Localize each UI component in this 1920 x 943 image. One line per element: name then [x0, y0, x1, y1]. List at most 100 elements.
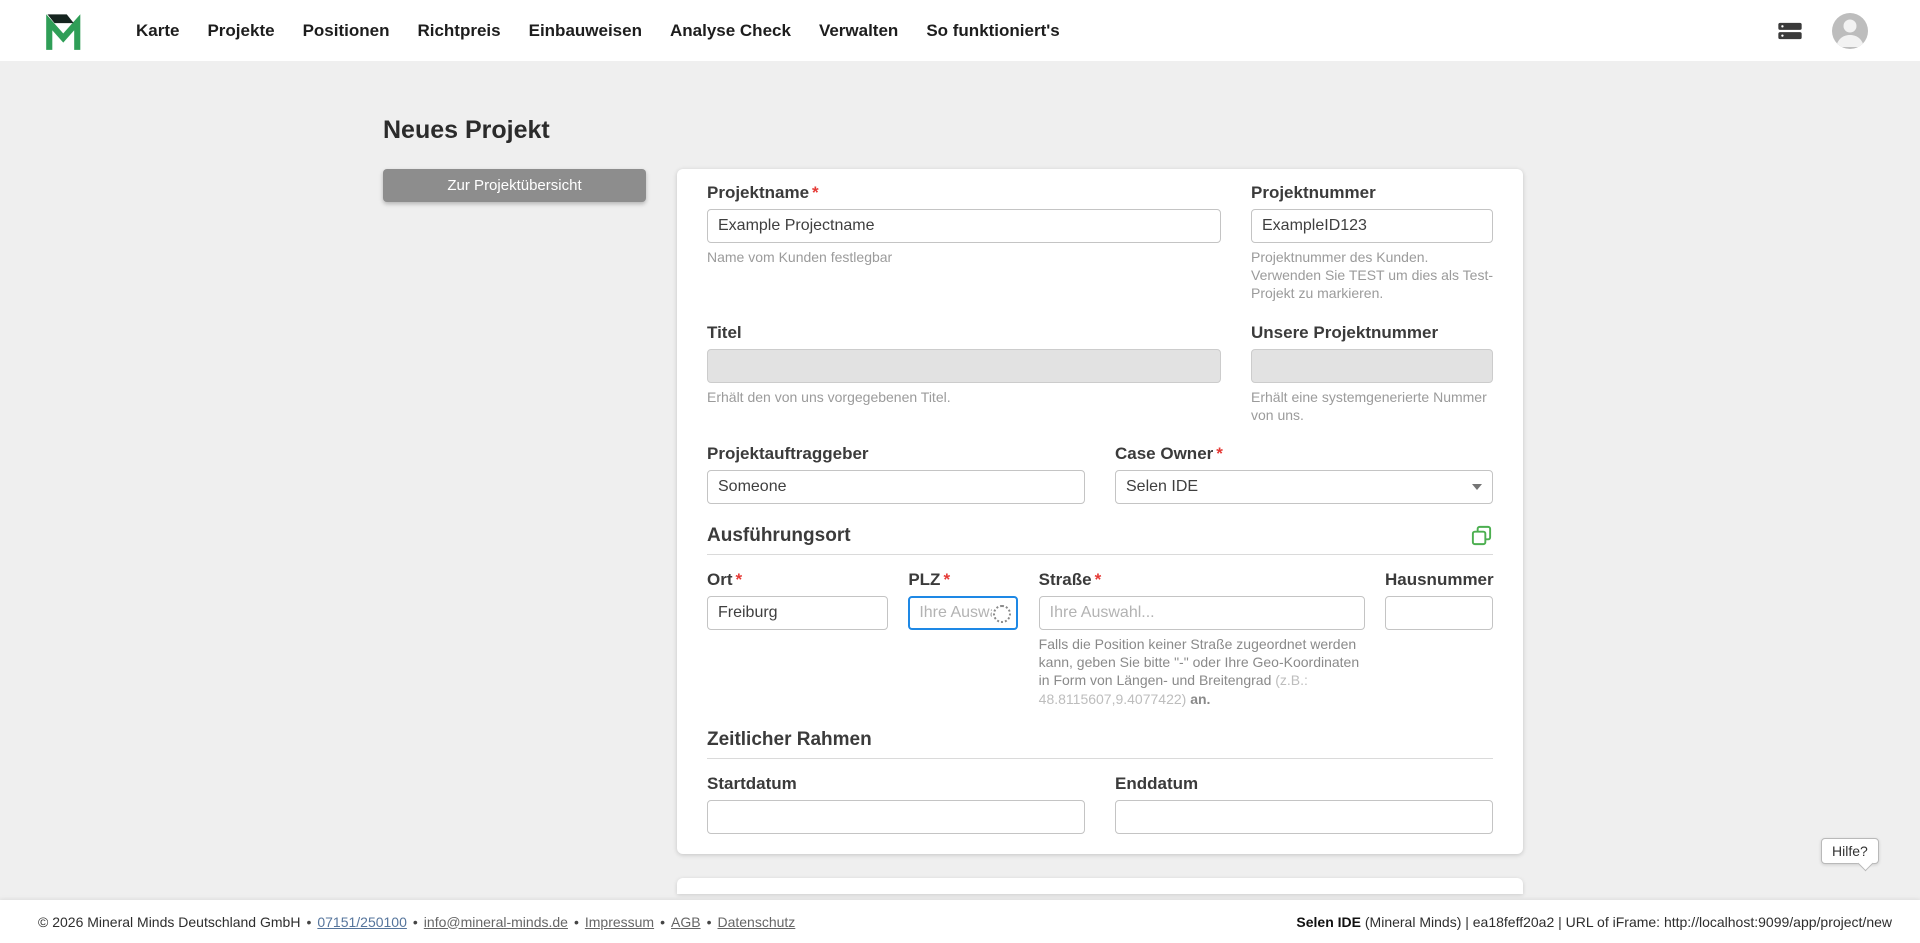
projektauftraggeber-input[interactable] [707, 469, 1085, 504]
enddatum-label-text: Enddatum [1115, 773, 1199, 793]
footer-agb-link[interactable]: AGB [671, 914, 701, 930]
nav-item-positionen[interactable]: Positionen [303, 21, 390, 41]
field-plz: PLZ * [908, 570, 1019, 630]
enddatum-label: Enddatum [1115, 774, 1493, 794]
plz-label: PLZ * [908, 570, 1018, 590]
form-row-location: Ort* PLZ* Straße* Falls die Position kei… [707, 570, 1494, 708]
startdatum-input[interactable] [707, 799, 1085, 834]
strasse-helper-main: Falls die Position keiner Straße zugeord… [1038, 635, 1360, 689]
case-owner-label: Case Owner * [1115, 444, 1493, 464]
field-projektnummer: Projektnummer Projektnummer des Kunden. … [1251, 183, 1493, 303]
required-asterisk: * [812, 183, 819, 202]
required-asterisk: * [943, 569, 951, 589]
projektnummer-label-text: Projektnummer [1251, 183, 1376, 202]
mineral-minds-logo-icon[interactable] [44, 10, 86, 52]
footer-session-info: Selen IDE (Mineral Minds) | ea18feff20a2… [1296, 914, 1892, 930]
footer-separator: • [573, 913, 579, 930]
section-ausfuehrungsort-title: Ausführungsort [707, 524, 851, 546]
enddatum-input[interactable] [1115, 799, 1493, 834]
unsere-projektnummer-label-text: Unsere Projektnummer [1251, 322, 1439, 342]
projektnummer-input[interactable] [1251, 209, 1493, 243]
footer-separator: • [660, 913, 665, 930]
projektname-input[interactable] [707, 209, 1221, 243]
required-asterisk: * [735, 569, 743, 589]
ort-label-text: Ort [707, 569, 733, 589]
projektnummer-label: Projektnummer [1251, 183, 1493, 203]
case-owner-selected-value: Selen IDE [1126, 477, 1199, 495]
help-button[interactable]: Hilfe? [1821, 838, 1879, 864]
form-row-name-number: Projektname* Name vom Kunden festlegbar … [707, 183, 1493, 303]
projektname-helper: Name vom Kunden festlegbar [707, 249, 893, 265]
field-titel: Titel Erhält den von uns vorgegebenen Ti… [707, 323, 1221, 406]
footer-impressum-link[interactable]: Impressum [585, 914, 654, 930]
back-to-project-overview-button[interactable]: Zur Projektübersicht [383, 169, 646, 202]
ort-input[interactable] [707, 595, 888, 630]
field-projektname: Projektname* Name vom Kunden festlegbar [707, 183, 1221, 266]
ort-label: Ort * [707, 570, 888, 590]
user-avatar[interactable] [1832, 12, 1868, 49]
field-case-owner: Case Owner * Selen IDE [1115, 444, 1493, 504]
nav-item-analyse-check[interactable]: Analyse Check [670, 21, 791, 41]
footer-session-user: Selen IDE [1296, 913, 1361, 930]
projektname-label: Projektname * [707, 183, 1221, 203]
field-enddatum: Enddatum [1115, 774, 1493, 834]
page-footer: © 2026 Mineral Minds Deutschland GmbH • … [0, 900, 1920, 943]
required-asterisk: * [1094, 569, 1102, 589]
footer-phone-link[interactable]: 07151/250100 [317, 914, 407, 930]
unsere-projektnummer-input [1251, 348, 1493, 383]
nav-item-verwalten[interactable]: Verwalten [819, 21, 898, 41]
case-owner-select[interactable]: Selen IDE [1115, 469, 1493, 504]
case-owner-label-text: Case Owner [1115, 443, 1214, 463]
field-hausnummer: Hausnummer [1384, 570, 1494, 630]
required-asterisk: * [1216, 443, 1223, 463]
strasse-helper-suffix: an. [1186, 690, 1211, 707]
projektname-label-text: Projektname [707, 183, 810, 202]
navbar-right [1774, 12, 1920, 49]
form-row-titel-unsere-nummer: Titel Erhält den von uns vorgegebenen Ti… [707, 323, 1493, 424]
footer-separator: • [412, 913, 418, 930]
titel-label: Titel [707, 323, 1221, 343]
strasse-input[interactable] [1038, 595, 1365, 630]
server-icon[interactable] [1774, 17, 1806, 45]
titel-helper: Erhält den von uns vorgegebenen Titel. [707, 388, 951, 405]
field-unsere-projektnummer: Unsere Projektnummer Erhält eine systemg… [1251, 323, 1493, 424]
footer-left: © 2026 Mineral Minds Deutschland GmbH • … [38, 914, 795, 930]
projektnummer-helper: Projektnummer des Kunden. Verwenden Sie … [1251, 249, 1494, 302]
strasse-label: Straße * [1039, 570, 1365, 590]
field-projektauftraggeber: Projektauftraggeber [707, 444, 1085, 504]
plz-input-wrapper [908, 595, 1019, 630]
startdatum-label-text: Startdatum [707, 773, 797, 793]
strasse-helper: Falls die Position keiner Straße zugeord… [1039, 635, 1365, 708]
section-divider [707, 553, 1493, 555]
section-zeitlicher-rahmen-title: Zeitlicher Rahmen [707, 728, 872, 750]
projektauftraggeber-label-text: Projektauftraggeber [707, 443, 869, 463]
nav-item-projekte[interactable]: Projekte [207, 21, 274, 41]
field-startdatum: Startdatum [707, 774, 1085, 834]
top-navbar: Karte Projekte Positionen Richtpreis Ein… [0, 0, 1920, 61]
next-card-top-edge [677, 878, 1523, 894]
copy-location-icon[interactable] [1470, 524, 1493, 547]
nav-item-so-funktionierts[interactable]: So funktioniert's [926, 21, 1059, 41]
field-strasse: Straße* Falls die Position keiner Straße… [1038, 570, 1365, 708]
plz-label-text: PLZ [908, 569, 941, 589]
footer-copyright: © 2026 Mineral Minds Deutschland GmbH [38, 913, 301, 930]
unsere-projektnummer-label: Unsere Projektnummer [1251, 323, 1493, 343]
titel-input [707, 348, 1221, 383]
hausnummer-input[interactable] [1384, 595, 1493, 630]
nav-item-einbauweisen[interactable]: Einbauweisen [529, 21, 642, 41]
footer-separator: • [306, 913, 312, 930]
footer-separator: • [706, 913, 712, 930]
section-divider [707, 757, 1493, 759]
form-row-dates: Startdatum Enddatum [707, 774, 1493, 834]
footer-session-details: (Mineral Minds) | ea18feff20a2 | URL of … [1361, 913, 1892, 930]
footer-email-link[interactable]: info@mineral-minds.de [424, 914, 568, 930]
nav-item-karte[interactable]: Karte [136, 21, 179, 41]
titel-label-text: Titel [707, 322, 742, 342]
nav-item-richtpreis[interactable]: Richtpreis [417, 21, 500, 41]
strasse-label-text: Straße [1038, 569, 1092, 589]
main-nav: Karte Projekte Positionen Richtpreis Ein… [136, 21, 1060, 41]
startdatum-label: Startdatum [707, 774, 1085, 794]
projektauftraggeber-label: Projektauftraggeber [707, 444, 1085, 464]
footer-datenschutz-link[interactable]: Datenschutz [717, 914, 795, 930]
page-title: Neues Projekt [383, 116, 550, 144]
